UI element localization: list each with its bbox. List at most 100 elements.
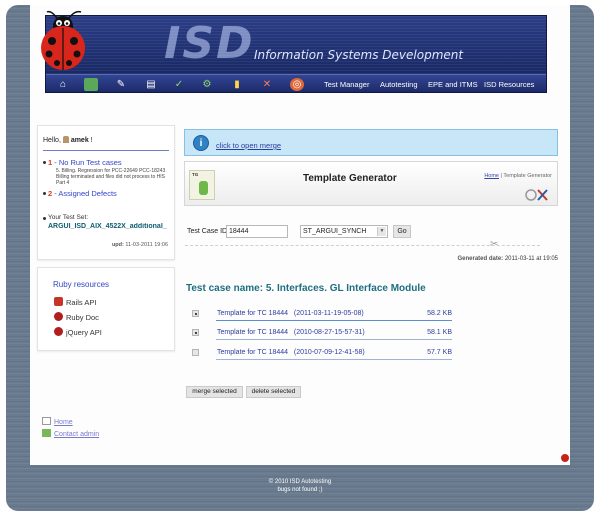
updated-label: upd: [111, 242, 124, 248]
testset-select-value: ST_ARGUI_SYNCH [303, 228, 367, 235]
open-merge-link[interactable]: click to open merge [216, 141, 281, 150]
contact-admin-label: Contact admin [54, 431, 100, 438]
breadcrumb-current: Template Generator [503, 173, 552, 179]
bullet [43, 217, 46, 220]
chart-icon[interactable]: ▮ [230, 78, 244, 91]
ruby-doc-link[interactable]: Ruby Doc [54, 312, 99, 322]
footer-tagline: bugs not found ;) [277, 487, 323, 493]
template-size: 57.7 KB [427, 349, 452, 356]
ruby-icon [54, 327, 63, 336]
template-date: (2010-07-09-12-41-58) [293, 349, 365, 356]
main-navbar: ⌂ ✎ ▤ ✓ ⚙ ▮ ✕ ◎ Test Manager Autotesting… [46, 74, 546, 92]
ruby-resources-title: Ruby resources [53, 280, 110, 289]
template-name: Template for TC 18444 [217, 310, 289, 317]
nav-isd-resources[interactable]: ISD Resources [484, 80, 534, 89]
testcase-id-input[interactable]: 18444 [226, 225, 288, 238]
gear-icon[interactable]: ⚙ [200, 78, 214, 91]
hello-prefix: Hello, [43, 137, 61, 144]
home-link[interactable]: Home [42, 417, 99, 426]
header-banner: ISD Information Systems Development ⌂ ✎ … [45, 15, 547, 93]
testset-name[interactable]: ARGUI_ISD_AIX_4522X_additional_ [48, 223, 176, 230]
testcase-label: Test Case ID [187, 228, 228, 235]
contact-admin-link[interactable]: Contact admin [42, 429, 99, 438]
no-run-item[interactable]: 5. Billing. Regression for PCC-22649 PCC… [56, 168, 171, 187]
generated-date-label: Generated date: [457, 256, 504, 262]
banner-texture [46, 16, 546, 76]
template-generator-panel: TG Template Generator Home | Template Ge… [184, 161, 558, 206]
testset-label: Your Test Set: [48, 214, 89, 221]
template-date: (2011-03-11-19-05-08) [293, 310, 364, 317]
template-link[interactable]: Template for TC 18444 (2011-03-11-19-05-… [217, 310, 364, 317]
template-checkbox[interactable] [192, 349, 199, 356]
breadcrumb-home[interactable]: Home [484, 173, 499, 179]
nav-epe-itms[interactable]: EPE and ITMS [428, 80, 478, 89]
tg-logo-figure [199, 181, 208, 195]
ladybug-logo-icon [41, 10, 85, 70]
template-size: 58.2 KB [427, 310, 452, 317]
check-icon[interactable]: ✓ [172, 78, 186, 91]
rails-api-link[interactable]: Rails API [54, 297, 96, 307]
chevron-down-icon: ▼ [377, 227, 386, 236]
template-name: Template for TC 18444 [217, 349, 289, 356]
document-icon[interactable]: ▤ [144, 78, 158, 91]
bullet [43, 161, 46, 164]
row-underline [216, 359, 452, 360]
ladybug-small-icon [561, 454, 569, 462]
template-row: Template for TC 18444 (2010-07-09-12-41-… [190, 346, 452, 360]
divider [43, 150, 169, 151]
nav-autotesting[interactable]: Autotesting [380, 80, 418, 89]
user-icon [62, 136, 69, 143]
go-button[interactable]: Go [393, 225, 411, 238]
logo-subtitle: Information Systems Development [254, 48, 464, 62]
lifebuoy-icon[interactable]: ◎ [290, 78, 304, 91]
ruby-doc-label: Ruby Doc [66, 313, 99, 322]
breadcrumb: Home | Template Generator [484, 173, 552, 179]
template-date: (2010-08-27-15-57-31) [293, 329, 365, 336]
logo-text: ISD [164, 18, 255, 69]
ruby-resources-panel: Ruby resources Rails API Ruby Doc jQuery… [37, 267, 175, 351]
updated-info: upd: 11-03-2011 19:06 [112, 242, 168, 248]
generated-date-value: 2011-03-11 at 19:05 [504, 256, 558, 262]
template-link[interactable]: Template for TC 18444 (2010-07-09-12-41-… [217, 349, 365, 356]
tg-logo-abbr: TG [192, 172, 199, 177]
no-run-link[interactable]: 1 - No Run Test cases [48, 158, 122, 167]
template-checkbox[interactable] [192, 310, 199, 317]
template-size: 58.1 KB [427, 329, 452, 336]
home-link-label: Home [54, 419, 73, 426]
row-underline [216, 339, 452, 340]
sidebar-footer-links: Home Contact admin [42, 417, 99, 441]
home-icon [42, 417, 51, 425]
username: amek [70, 137, 89, 144]
tools-icon [525, 189, 548, 201]
rails-api-label: Rails API [66, 298, 97, 307]
no-run-count: 1 [48, 158, 53, 167]
mail-icon [42, 429, 51, 437]
merge-selected-button[interactable]: merge selected [186, 386, 243, 398]
rails-icon [54, 297, 63, 306]
spreadsheet-icon[interactable] [84, 78, 98, 91]
testcase-name-heading: Test case name: 5. Interfaces. GL Interf… [186, 283, 426, 294]
home-icon[interactable]: ⌂ [56, 78, 70, 91]
template-link[interactable]: Template for TC 18444 (2010-08-27-15-57-… [217, 329, 365, 336]
pencil-icon[interactable]: ✎ [114, 78, 128, 91]
dashed-divider [185, 245, 540, 246]
defects-link[interactable]: 2 - Assigned Defects [48, 189, 117, 198]
no-run-label: - No Run Test cases [54, 158, 122, 167]
greeting: Hello, amek ! [43, 136, 93, 144]
template-row: Template for TC 18444 (2010-08-27-15-57-… [190, 326, 452, 340]
page-container: ISD Information Systems Development ⌂ ✎ … [30, 5, 570, 465]
template-row: Template for TC 18444 (2011-03-11-19-05-… [190, 307, 452, 321]
user-panel: Hello, amek ! 1 - No Run Test cases 5. B… [37, 125, 175, 260]
generated-date: Generated date: 2011-03-11 at 19:05 [457, 256, 558, 262]
updated-value: 11-03-2011 19:06 [125, 242, 168, 248]
defects-label: - Assigned Defects [54, 189, 117, 198]
testset-select[interactable]: ST_ARGUI_SYNCH ▼ [300, 225, 388, 238]
template-checkbox[interactable] [192, 329, 199, 336]
nav-test-manager[interactable]: Test Manager [324, 80, 369, 89]
page-title: Template Generator [303, 173, 397, 184]
jquery-api-link[interactable]: jQuery API [54, 327, 102, 337]
tools-icon[interactable]: ✕ [260, 78, 274, 91]
hello-suffix: ! [90, 137, 93, 144]
defects-count: 2 [48, 189, 53, 198]
delete-selected-button[interactable]: delete selected [246, 386, 301, 398]
